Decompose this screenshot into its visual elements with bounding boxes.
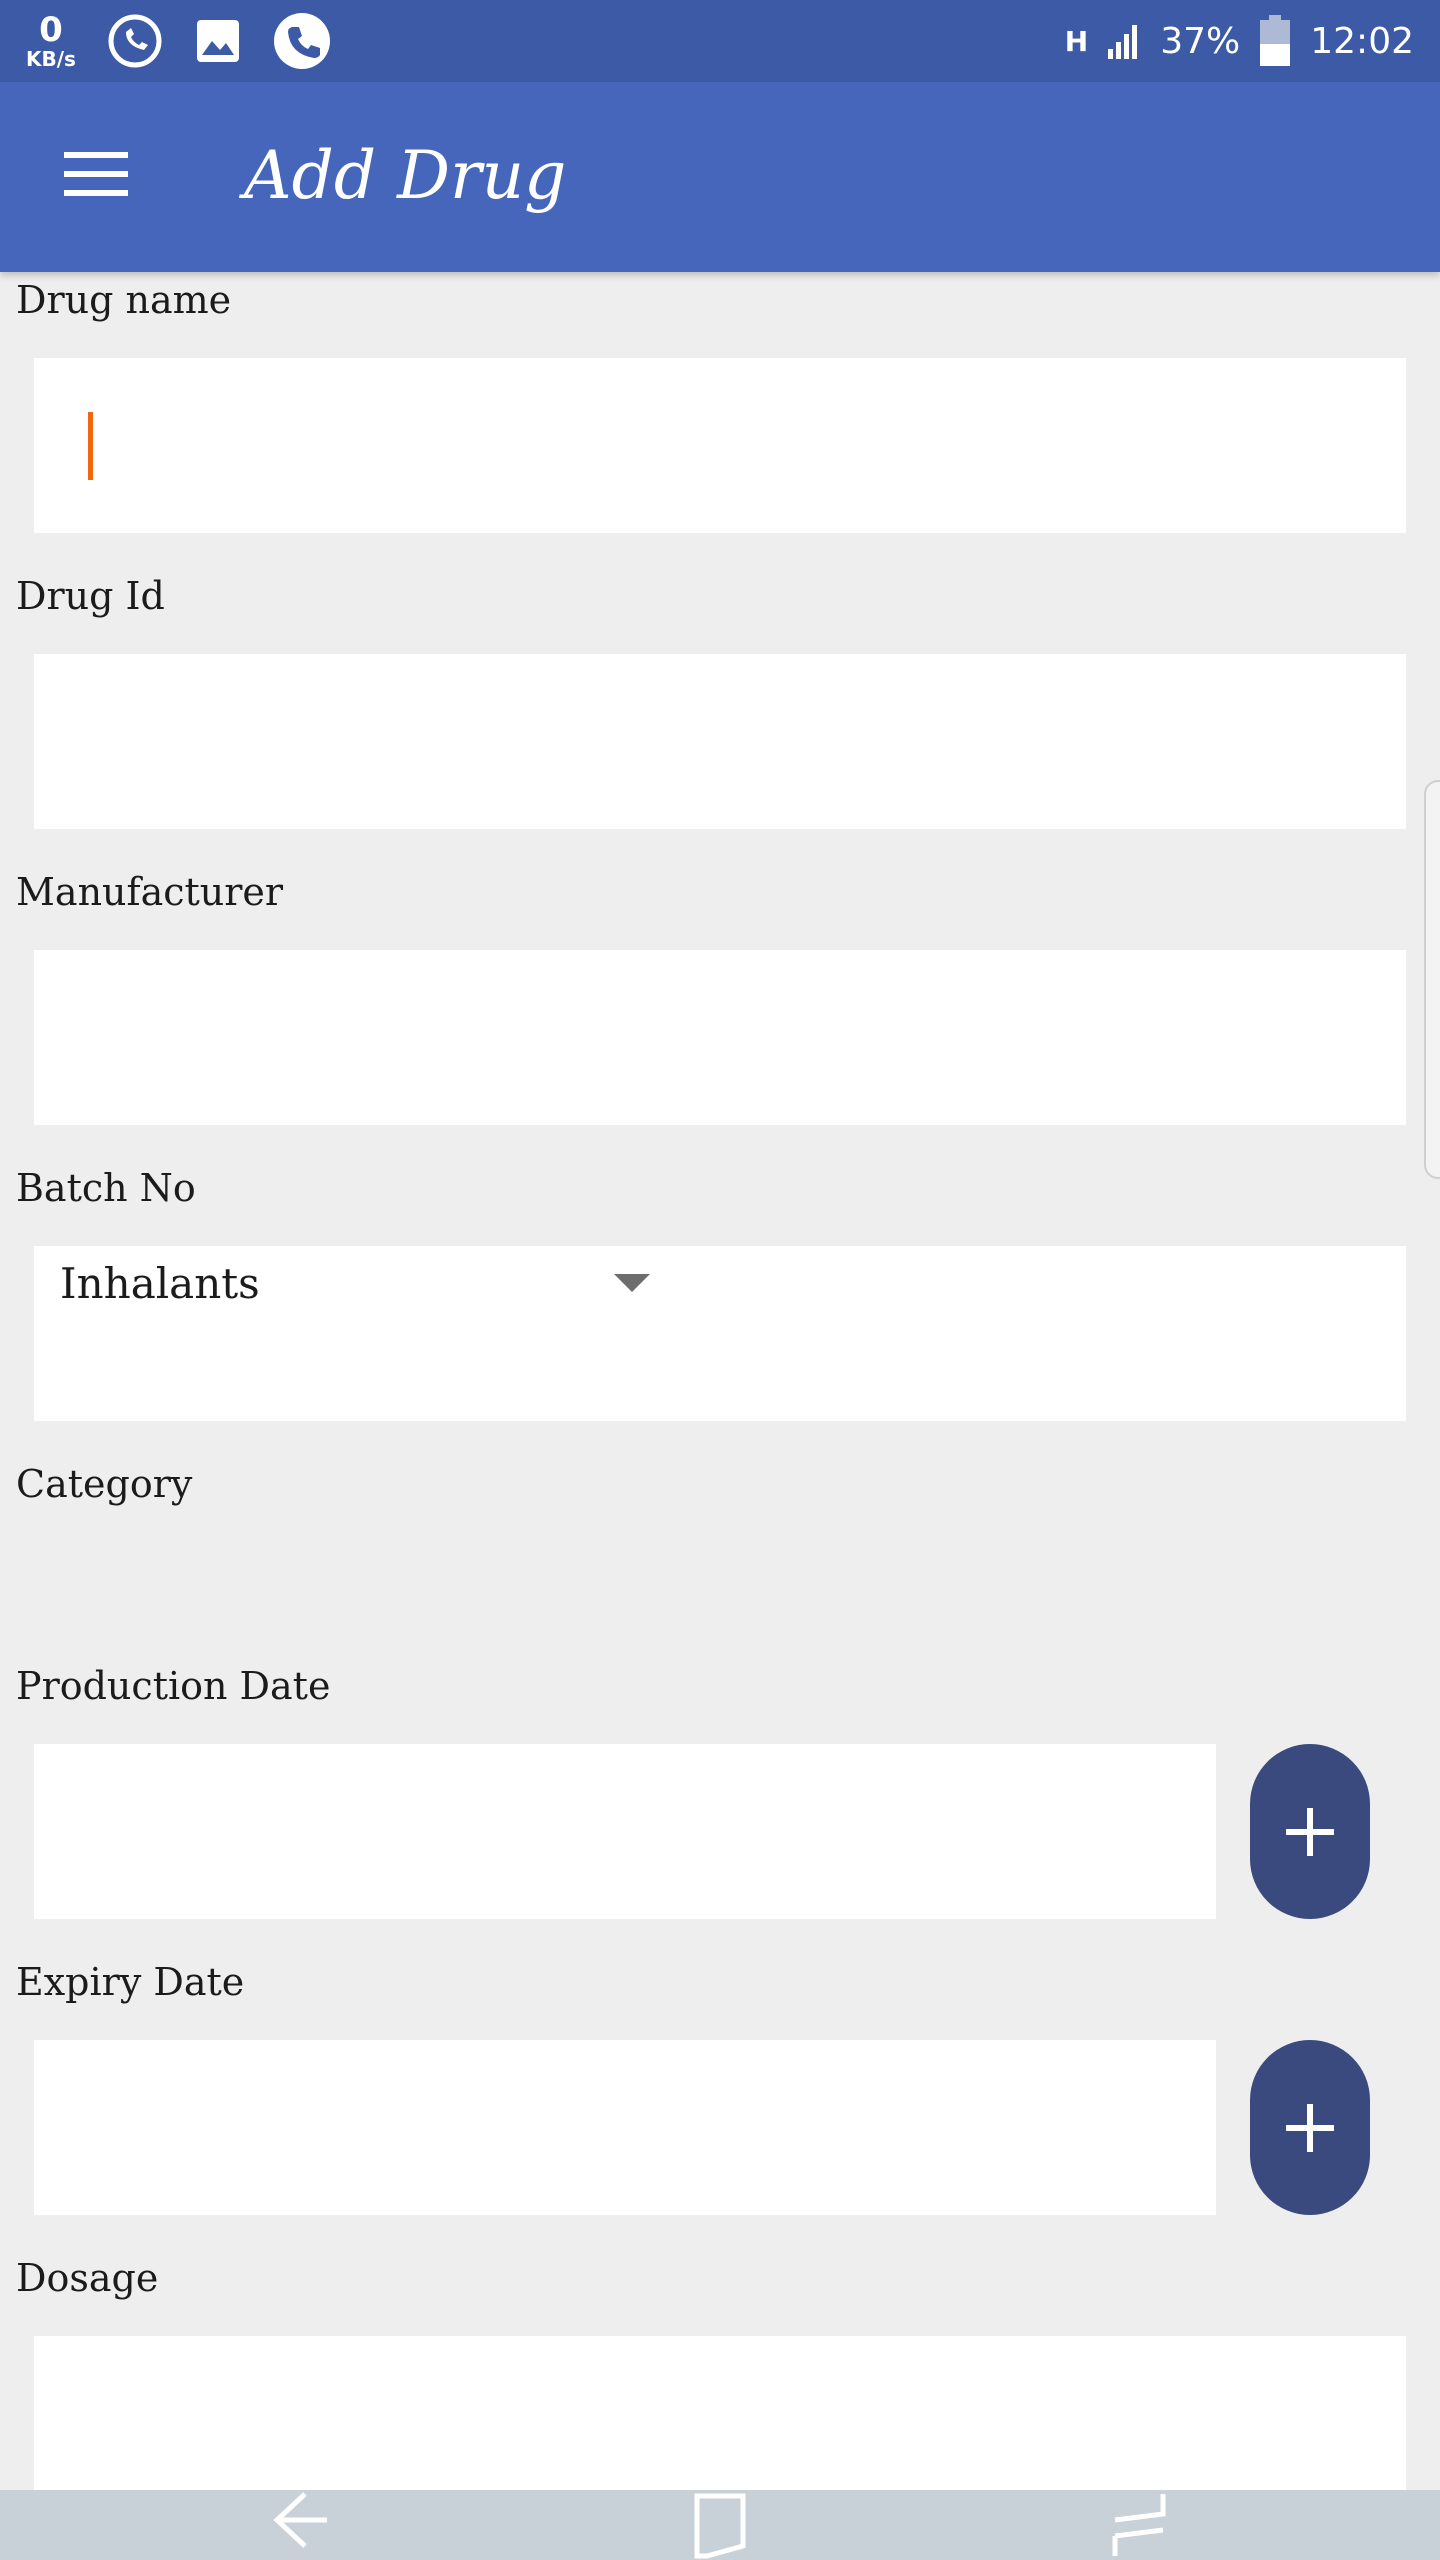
clock: 12:02 xyxy=(1310,20,1414,62)
expiry-date-input[interactable] xyxy=(34,2040,1216,2215)
drug-id-input[interactable] xyxy=(34,654,1406,829)
speed-unit: KB/s xyxy=(26,47,76,71)
app-bar: Add Drug xyxy=(0,82,1440,272)
category-selected-value: Inhalants xyxy=(60,1258,260,1308)
battery-icon xyxy=(1260,15,1291,66)
network-speed: 0 KB/s xyxy=(26,13,76,69)
signal-icon xyxy=(1108,25,1138,59)
hamburger-menu-icon xyxy=(64,152,128,196)
category-label: Category xyxy=(16,1462,193,1506)
production-date-label: Production Date xyxy=(16,1664,331,1708)
dropdown-arrow-icon xyxy=(614,1274,650,1292)
recent-apps-icon xyxy=(1112,2494,1166,2556)
back-arrow-icon xyxy=(273,2492,327,2548)
plus-icon xyxy=(1286,2103,1334,2152)
manufacturer-input[interactable] xyxy=(34,950,1406,1125)
gallery-icon xyxy=(196,20,239,62)
network-type: H xyxy=(1064,24,1089,58)
dosage-label: Dosage xyxy=(16,2256,159,2300)
manufacturer-label: Manufacturer xyxy=(16,870,284,914)
home-icon xyxy=(694,2493,746,2559)
expiry-date-add-button[interactable] xyxy=(1250,2040,1370,2215)
nav-recent-button[interactable] xyxy=(1080,2490,1200,2560)
production-date-add-button[interactable] xyxy=(1250,1744,1370,1919)
drug-id-label: Drug Id xyxy=(16,574,165,618)
page-title: Add Drug xyxy=(244,137,567,214)
category-dropdown[interactable]: Inhalants xyxy=(34,1228,664,1338)
menu-button[interactable] xyxy=(56,134,136,214)
scrollbar-handle[interactable] xyxy=(1424,780,1440,1179)
batch-no-label: Batch No xyxy=(16,1166,196,1210)
whatsapp-icon xyxy=(108,14,162,68)
speed-value: 0 xyxy=(39,10,63,50)
nav-home-button[interactable] xyxy=(660,2490,780,2560)
battery-percent: 37% xyxy=(1160,20,1241,62)
phone-icon xyxy=(273,13,330,69)
navigation-bar xyxy=(0,2490,1440,2560)
text-caret xyxy=(88,412,93,480)
drug-name-input[interactable] xyxy=(34,358,1406,533)
plus-icon xyxy=(1286,1807,1334,1856)
nav-back-button[interactable] xyxy=(240,2490,360,2560)
drug-name-label: Drug name xyxy=(16,278,232,322)
expiry-date-label: Expiry Date xyxy=(16,1960,245,2004)
production-date-input[interactable] xyxy=(34,1744,1216,1919)
dosage-input[interactable] xyxy=(34,2336,1406,2490)
status-bar: 0 KB/s H 37% 12:02 xyxy=(0,0,1440,82)
